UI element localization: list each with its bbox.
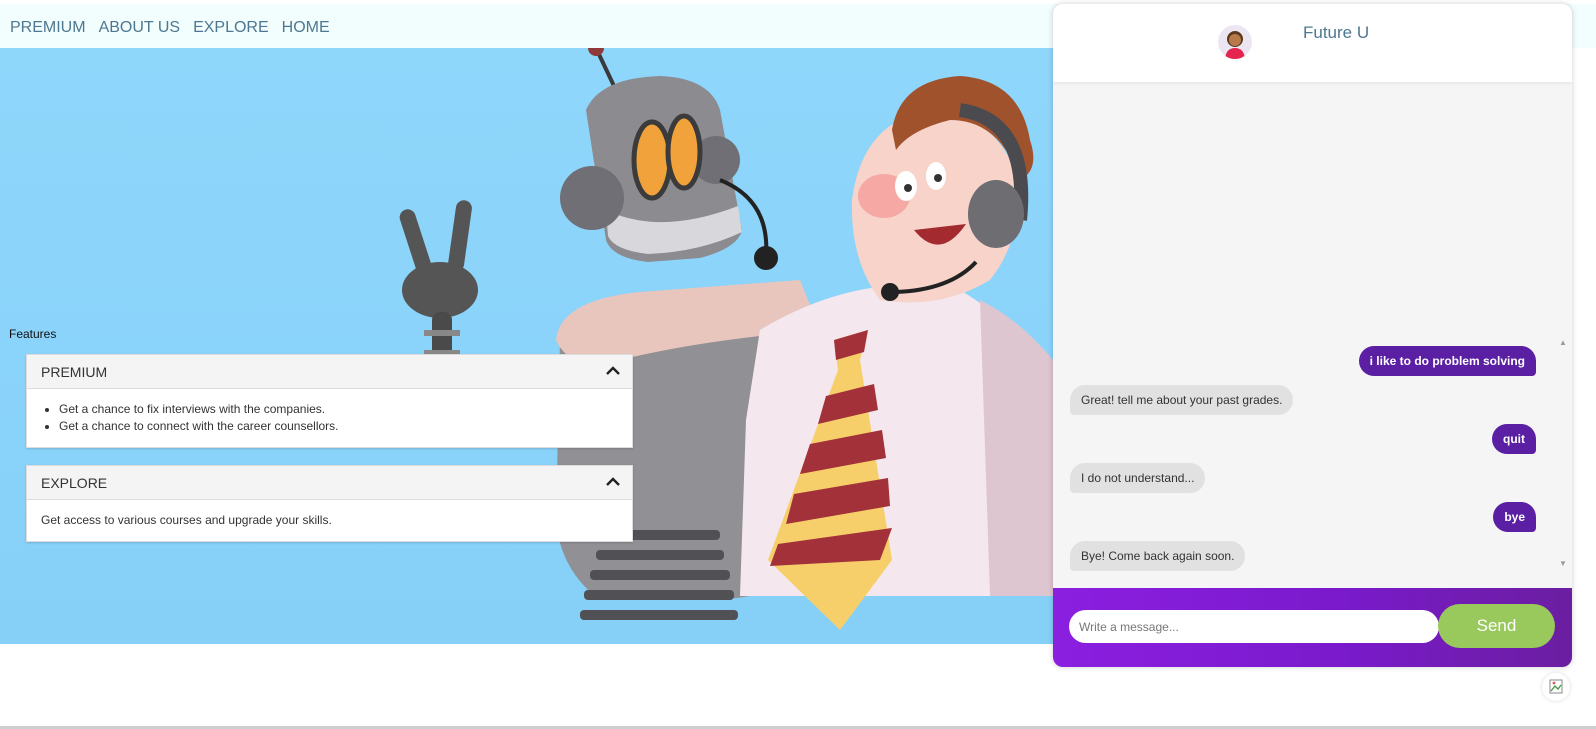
page: PREMIUM ABOUT US EXPLORE HOME Features P… xyxy=(0,0,1596,729)
features-heading: Features xyxy=(9,327,57,341)
message-scrollbar[interactable]: ▲ ▼ xyxy=(1555,334,1572,572)
bot-message: Great! tell me about your past grades. xyxy=(1070,385,1294,415)
premium-accordion-title: PREMIUM xyxy=(41,363,108,380)
list-item: Get a chance to fix interviews with the … xyxy=(59,401,618,418)
chevron-up-icon[interactable] xyxy=(606,363,620,381)
bot-message: Bye! Come back again soon. xyxy=(1070,541,1246,571)
chat-widget: Future U i like to do problem solving Gr… xyxy=(1053,4,1572,667)
main-nav: PREMIUM ABOUT US EXPLORE HOME xyxy=(10,19,330,37)
bot-message: I do not understand... xyxy=(1070,463,1206,493)
premium-accordion-header[interactable]: PREMIUM xyxy=(27,355,632,389)
nav-premium[interactable]: PREMIUM xyxy=(10,19,86,37)
message-composer: Send xyxy=(1053,588,1572,667)
user-message: bye xyxy=(1493,502,1536,532)
premium-accordion: PREMIUM Get a chance to fix interviews w… xyxy=(26,354,633,448)
nav-home[interactable]: HOME xyxy=(282,19,330,37)
message-list: i like to do problem solving Great! tell… xyxy=(1053,334,1572,574)
premium-feature-list: Get a chance to fix interviews with the … xyxy=(41,401,618,435)
user-message: i like to do problem solving xyxy=(1358,346,1536,376)
scroll-down-arrow-icon[interactable]: ▼ xyxy=(1559,559,1567,568)
explore-accordion-body: Get access to various courses and upgrad… xyxy=(41,513,332,527)
woman-avatar-icon xyxy=(1218,25,1252,59)
explore-accordion: EXPLORE Get access to various courses an… xyxy=(26,465,633,542)
chat-title: Future U xyxy=(1303,23,1370,42)
nav-explore[interactable]: EXPLORE xyxy=(193,19,269,37)
scroll-up-arrow-icon[interactable]: ▲ xyxy=(1559,338,1567,347)
premium-accordion-body: Get a chance to fix interviews with the … xyxy=(27,389,632,447)
explore-accordion-header[interactable]: EXPLORE xyxy=(27,466,632,500)
list-item: Get a chance to connect with the career … xyxy=(59,418,618,435)
nav-about-us[interactable]: ABOUT US xyxy=(99,19,181,37)
user-message: quit xyxy=(1492,424,1536,454)
explore-accordion-title: EXPLORE xyxy=(41,474,108,491)
robot-and-man-illustration xyxy=(399,48,1053,630)
hero-illustration xyxy=(0,48,1053,644)
message-input[interactable] xyxy=(1069,610,1439,643)
chevron-up-icon[interactable] xyxy=(606,474,620,492)
send-button[interactable]: Send xyxy=(1438,604,1555,648)
broken-image-icon[interactable] xyxy=(1542,673,1570,701)
chat-header: Future U xyxy=(1053,4,1572,82)
